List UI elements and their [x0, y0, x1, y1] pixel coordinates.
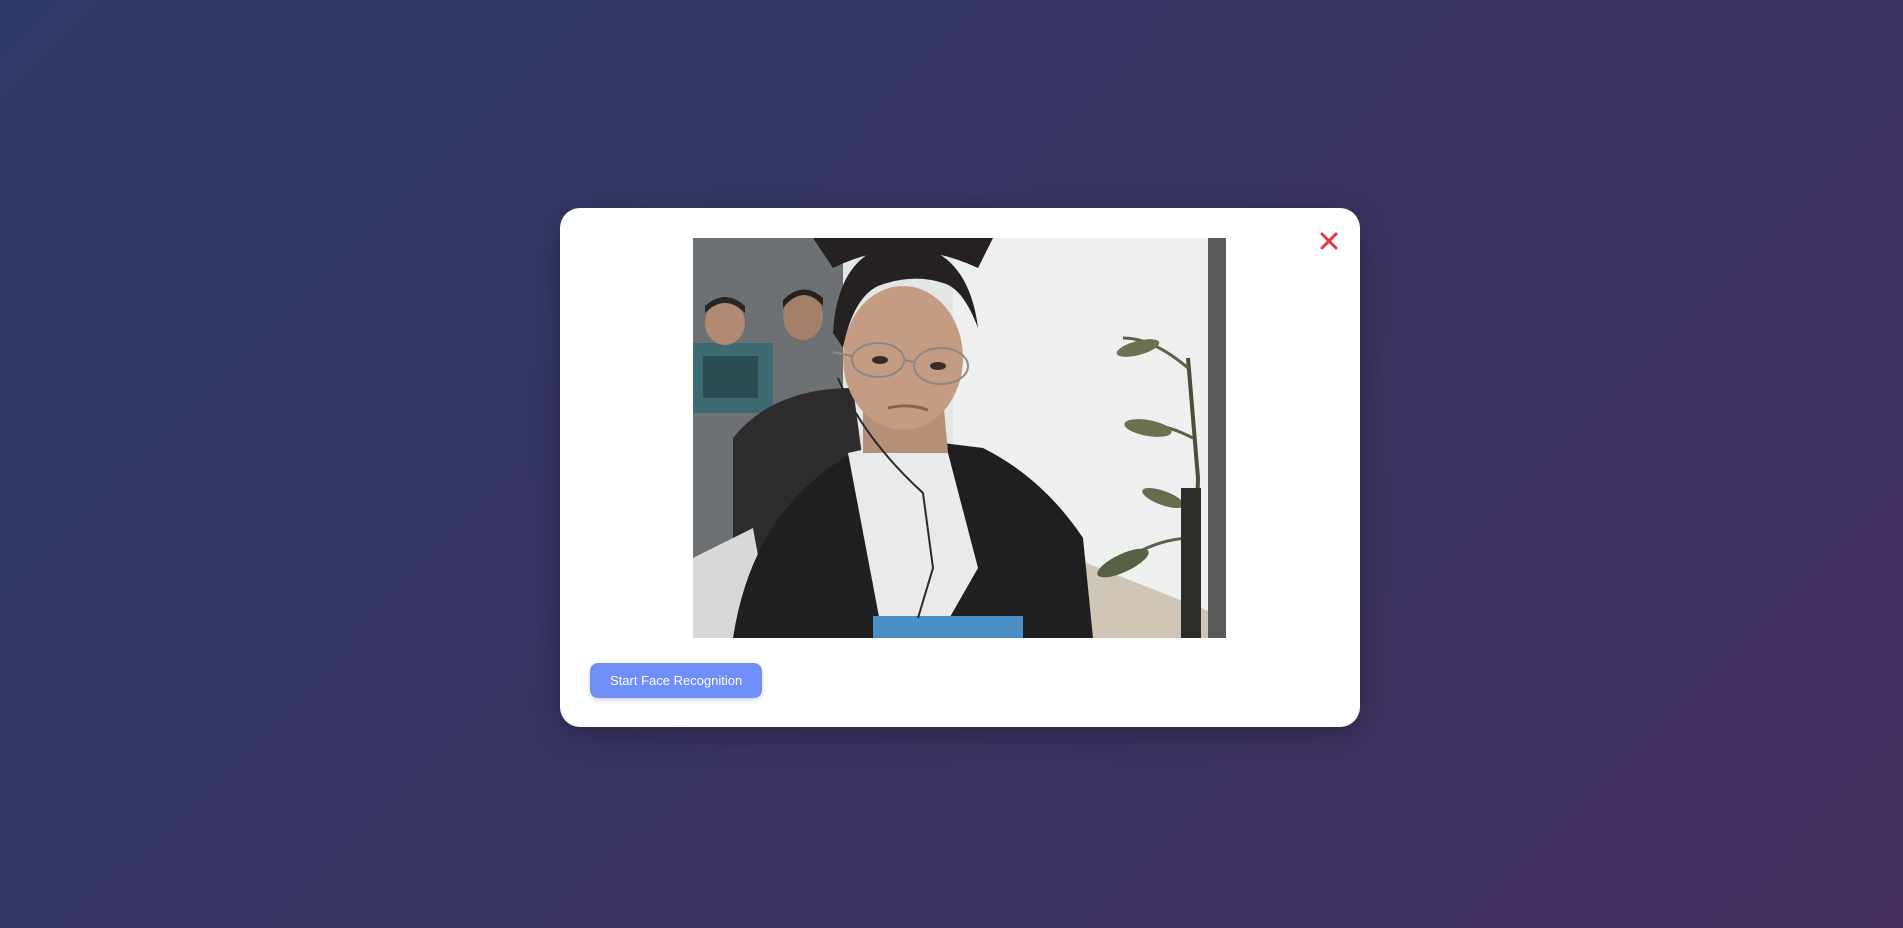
close-icon	[1320, 232, 1338, 250]
start-face-recognition-button[interactable]: Start Face Recognition	[590, 663, 763, 698]
face-recognition-modal: Start Face Recognition	[560, 208, 1360, 727]
close-button[interactable]	[1316, 228, 1342, 254]
webcam-video	[693, 238, 1226, 638]
